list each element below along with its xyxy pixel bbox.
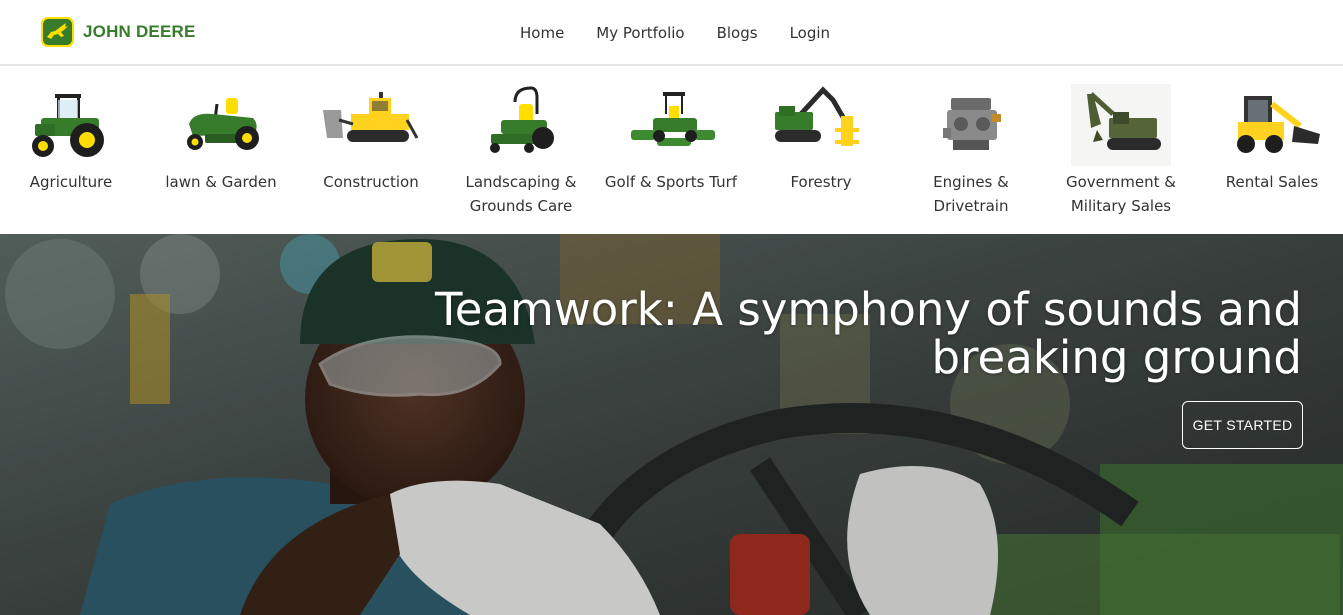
category-agriculture[interactable]: Agriculture — [0, 68, 146, 194]
category-label: Golf & Sports Turf — [604, 173, 738, 191]
category-engines[interactable]: Engines & Drivetrain — [896, 68, 1046, 218]
tractor-icon — [32, 94, 104, 157]
category-golf-turf[interactable]: Golf & Sports Turf — [596, 68, 746, 194]
category-rental-sales[interactable]: Rental Sales — [1197, 68, 1343, 194]
category-forestry[interactable]: Forestry — [746, 68, 896, 194]
category-label: Landscaping & Grounds Care — [465, 173, 577, 215]
category-label: Construction — [323, 173, 419, 191]
category-landscaping[interactable]: Landscaping & Grounds Care — [446, 68, 596, 218]
nav-login-link[interactable]: Login — [774, 22, 846, 44]
category-label: Forestry — [790, 173, 852, 191]
lawn-mower-icon — [187, 98, 259, 150]
site-header: JOHN DEERE Home My Portfolio Blogs Login — [0, 0, 1343, 66]
nav-blogs-link[interactable]: Blogs — [701, 22, 774, 44]
engine-icon — [943, 98, 1001, 150]
category-lawn-garden[interactable]: lawn & Garden — [146, 68, 296, 194]
leaping-deer-logo-icon — [41, 17, 74, 47]
excavator-icon — [1071, 84, 1171, 166]
category-label: lawn & Garden — [165, 173, 277, 191]
get-started-button[interactable]: GET STARTED — [1182, 401, 1303, 449]
brand-logo-link[interactable]: JOHN DEERE — [40, 16, 196, 48]
category-label: Rental Sales — [1225, 173, 1319, 191]
category-construction[interactable]: Construction — [296, 68, 446, 194]
nav-home-link[interactable]: Home — [504, 22, 580, 44]
forestry-machine-icon — [775, 86, 859, 146]
category-label: Government & Military Sales — [1065, 173, 1176, 215]
category-label: Engines & Drivetrain — [933, 173, 1009, 215]
zero-turn-mower-icon — [490, 86, 554, 153]
hero-banner: Teamwork: A symphony of sounds and break… — [0, 234, 1343, 615]
nav-portfolio-link[interactable]: My Portfolio — [580, 22, 700, 44]
hero-title: Teamwork: A symphony of sounds and break… — [434, 283, 1302, 384]
category-government-military[interactable]: Government & Military Sales — [1046, 68, 1196, 218]
bulldozer-icon — [323, 92, 419, 142]
main-nav: Home My Portfolio Blogs Login — [504, 22, 846, 44]
category-label: Agriculture — [29, 173, 113, 191]
skid-steer-icon — [1237, 96, 1320, 153]
turf-mower-icon — [631, 92, 715, 146]
brand-name: JOHN DEERE — [83, 22, 196, 41]
category-strip: Agriculture lawn & Garden Construction L… — [0, 68, 1343, 234]
